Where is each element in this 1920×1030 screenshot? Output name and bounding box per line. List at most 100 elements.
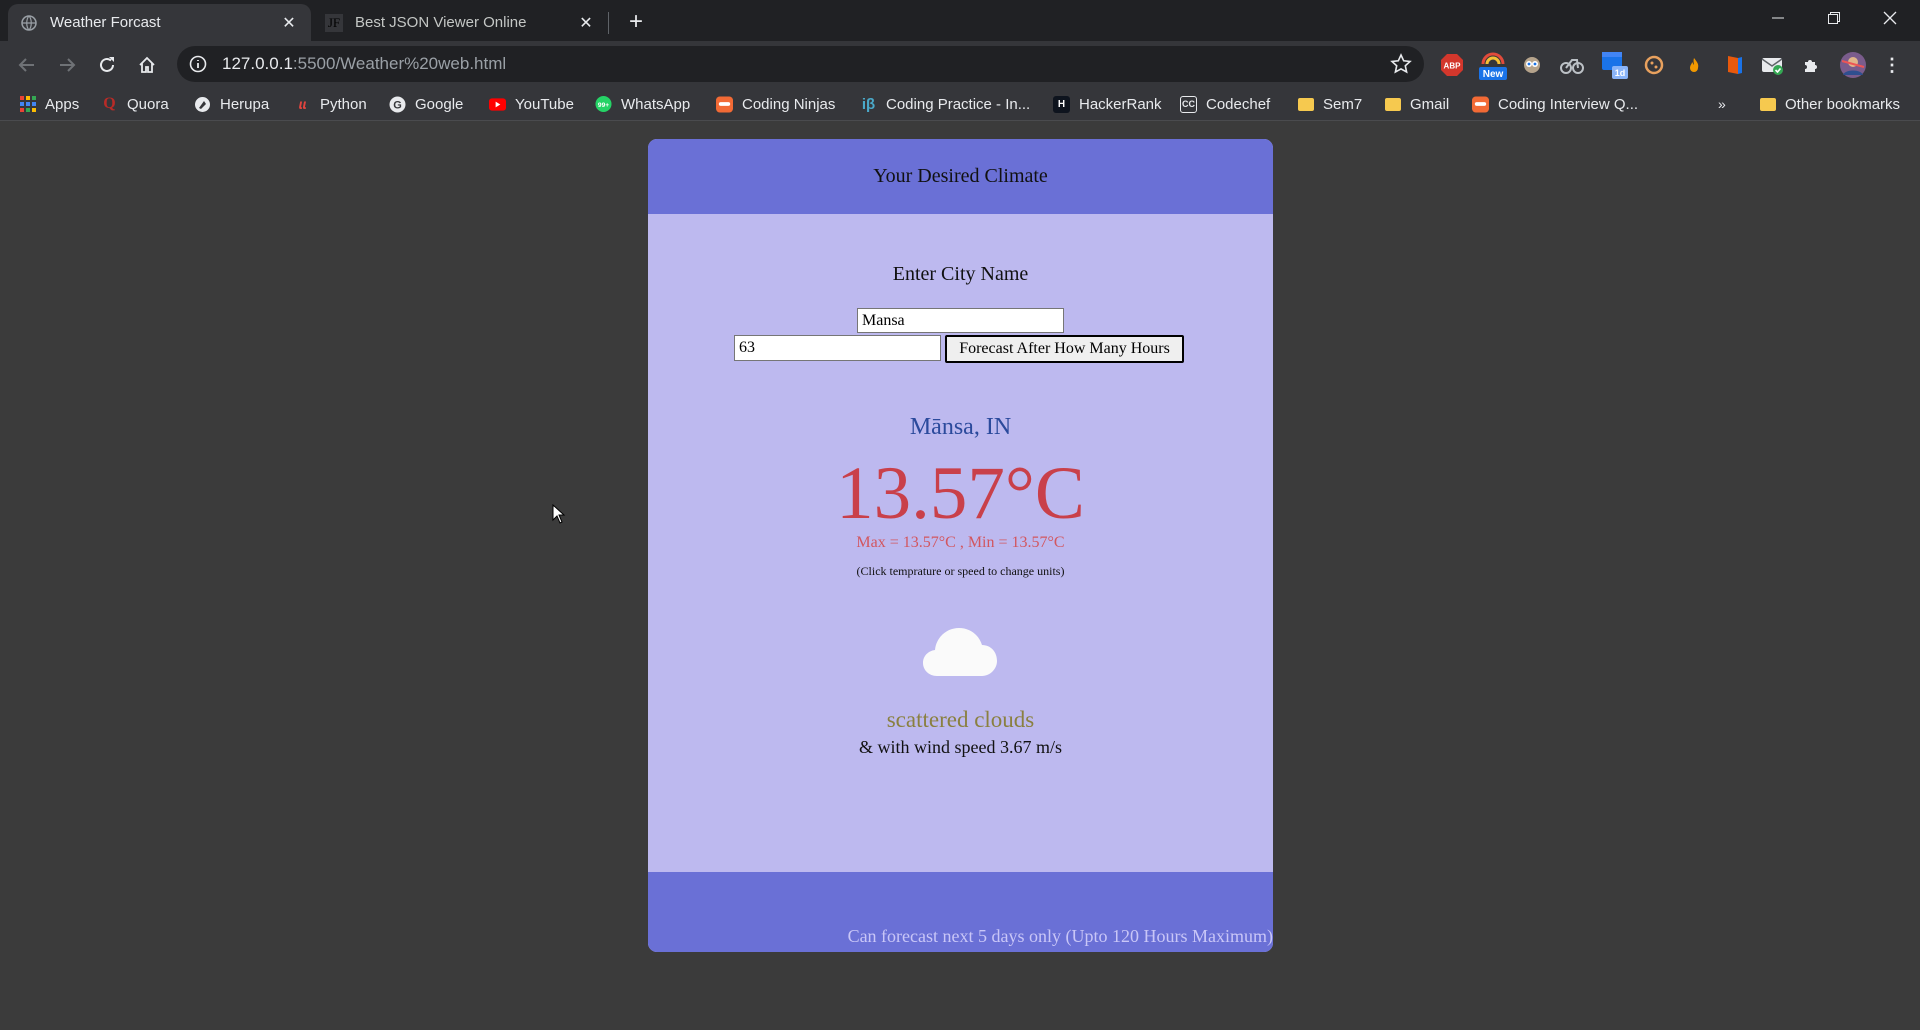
forward-button[interactable] (52, 50, 82, 80)
reload-button[interactable] (92, 50, 122, 80)
address-bar[interactable]: 127.0.0.1:5500/Weather%20web.html (177, 46, 1424, 82)
whatsapp-icon: 99+ (595, 95, 612, 113)
coding-ninjas-icon (1472, 95, 1489, 113)
svg-text:ABP: ABP (1444, 62, 1462, 71)
flame-extension-icon[interactable] (1682, 53, 1706, 77)
herupa-icon (194, 96, 211, 113)
reload-icon (100, 57, 114, 72)
new-tab-button[interactable]: + (622, 8, 650, 36)
puzzle-extensions-icon[interactable] (1800, 53, 1824, 77)
python-icon: ɩɩ (298, 96, 307, 112)
bookmark-hackerrank[interactable]: H HackerRank (1053, 92, 1162, 116)
bookmark-label: Coding Practice - In... (886, 95, 1031, 113)
back-button[interactable] (12, 50, 42, 80)
tab-title: Best JSON Viewer Online (355, 14, 527, 31)
bookmark-label: Coding Ninjas (742, 95, 836, 113)
wind-speed[interactable]: & with wind speed 3.67 m/s (648, 737, 1273, 758)
mail-check-extension-icon[interactable] (1760, 53, 1784, 77)
chevron-double-right-icon: » (1718, 96, 1726, 112)
bookmark-google[interactable]: G Google (389, 92, 463, 116)
svg-text:1d: 1d (1615, 68, 1626, 78)
bookmark-gmail[interactable]: Gmail (1384, 92, 1449, 116)
svg-text:99+: 99+ (598, 102, 609, 109)
bookmark-quora[interactable]: Q Quora (101, 92, 169, 116)
bookmark-label: Codechef (1206, 95, 1271, 113)
close-tab-icon[interactable]: ✕ (576, 13, 596, 33)
close-tab-icon[interactable]: ✕ (279, 13, 299, 33)
owl-extension-icon[interactable] (1520, 53, 1544, 77)
tab-separator (608, 12, 609, 34)
bookmark-label: WhatsApp (621, 95, 691, 113)
mouse-cursor-icon (552, 504, 566, 524)
card-header: Your Desired Climate (648, 139, 1273, 214)
avatar[interactable] (1838, 50, 1868, 80)
bookmarks-bar: Apps Q Quora Herupa ɩɩ Python G Google Y… (0, 88, 1920, 121)
wind-speed-text[interactable]: & with wind speed 3.67 m/s (859, 737, 1062, 757)
coding-ninjas-icon (716, 95, 733, 113)
city-input[interactable] (857, 308, 1064, 333)
location-label: Mānsa, IN (909, 414, 1012, 440)
cookie-extension-icon[interactable] (1642, 53, 1666, 77)
shield-extension-icon[interactable] (1722, 53, 1746, 77)
hours-input[interactable] (734, 335, 941, 361)
temperature-value[interactable]: 13.57°C (648, 449, 1273, 539)
bookmark-codechef[interactable]: CC Codechef (1180, 92, 1270, 116)
bookmark-whatsapp[interactable]: 99+ WhatsApp (595, 92, 690, 116)
tab-strip: Weather Forcast ✕ JF Best JSON Viewer On… (0, 0, 1920, 41)
calendar-extension-icon[interactable]: 1d (1600, 50, 1628, 80)
folder-icon (1384, 96, 1401, 113)
globe-icon (20, 14, 38, 32)
home-icon (139, 56, 155, 73)
apps-grid-icon (19, 96, 36, 113)
youtube-icon (489, 96, 506, 113)
bookmarks-overflow-button[interactable]: » (1718, 92, 1726, 116)
browser-toolbar: 127.0.0.1:5500/Weather%20web.html ABP Ne… (0, 41, 1920, 88)
url-host: 127.0.0.1 (222, 54, 293, 73)
forecast-button[interactable]: Forecast After How Many Hours (945, 335, 1184, 363)
other-bookmarks-folder[interactable]: Other bookmarks (1759, 92, 1900, 116)
new-extension-icon[interactable]: New (1478, 48, 1508, 82)
bookmark-label: Coding Interview Q... (1498, 95, 1639, 113)
bookmark-coding-practice[interactable]: iβ Coding Practice - In... (860, 92, 1030, 116)
quora-icon: Q (103, 95, 116, 112)
bookmark-label: Google (415, 95, 464, 113)
svg-text:New: New (1483, 69, 1504, 80)
bookmark-label: Python (320, 95, 367, 113)
home-button[interactable] (132, 50, 162, 80)
min-max-temperature: Max = 13.57°C , Min = 13.57°C (856, 534, 1065, 551)
bookmark-coding-interview[interactable]: Coding Interview Q... (1472, 92, 1638, 116)
bookmark-star-icon[interactable] (1390, 53, 1412, 75)
tab-title: Weather Forcast (50, 14, 161, 31)
minimize-button[interactable] (1750, 0, 1806, 36)
tab-weather-forcast[interactable]: Weather Forcast ✕ (8, 4, 311, 41)
hackerrank-icon: H (1053, 95, 1070, 113)
weather-card: Your Desired Climate Enter City Name For… (648, 139, 1273, 952)
bookmark-python[interactable]: ɩɩ Python (294, 92, 367, 116)
bookmark-apps[interactable]: Apps (19, 92, 79, 116)
bookmark-label: Herupa (220, 95, 270, 113)
bookmark-herupa[interactable]: Herupa (194, 92, 269, 116)
chrome-menu-icon[interactable]: ⋮ (1880, 53, 1904, 77)
bookmark-label: Quora (127, 95, 169, 113)
interviewbit-icon: iβ (861, 95, 876, 113)
close-window-button[interactable] (1862, 0, 1918, 36)
url-path: :5500/Weather%20web.html (292, 54, 507, 73)
page-title: Your Desired Climate (873, 165, 1048, 187)
restore-button[interactable] (1806, 0, 1862, 36)
bookmark-label: Sem7 (1323, 95, 1363, 113)
units-hint: (Click temprature or speed to change uni… (856, 564, 1065, 578)
google-icon: G (389, 96, 406, 113)
bike-extension-icon[interactable] (1560, 53, 1584, 77)
bookmark-sem7[interactable]: Sem7 (1297, 92, 1362, 116)
info-icon[interactable] (189, 55, 207, 73)
tab-json-viewer[interactable]: JF Best JSON Viewer Online ✕ (313, 4, 608, 41)
svg-text:G: G (393, 99, 402, 111)
cloud-icon (923, 628, 997, 676)
adblock-plus-icon[interactable]: ABP (1440, 53, 1464, 77)
arrow-left-icon (18, 58, 34, 72)
bookmark-coding-ninjas[interactable]: Coding Ninjas (716, 92, 835, 116)
bookmark-label: HackerRank (1079, 95, 1162, 113)
bookmark-label: YouTube (515, 95, 574, 113)
bookmark-youtube[interactable]: YouTube (489, 92, 574, 116)
card-footer: Can forecast next 5 days only (Upto 120 … (648, 872, 1273, 952)
